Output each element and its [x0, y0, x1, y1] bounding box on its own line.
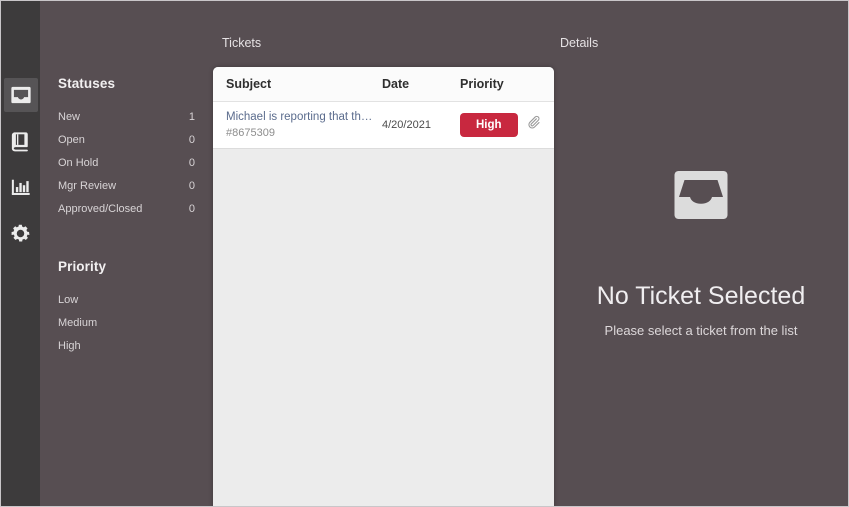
priority-filter-high[interactable]: High	[58, 334, 197, 357]
ticket-priority-cell: High	[460, 113, 522, 137]
status-count: 0	[188, 133, 195, 146]
status-filter-approved-closed[interactable]: Approved/Closed 0	[58, 197, 197, 220]
status-badge[interactable]: High	[460, 113, 518, 137]
empty-state-subtitle: Please select a ticket from the list	[604, 323, 798, 338]
ticket-list-panel: Subject Date Priority Michael is reporti…	[213, 67, 554, 506]
book-icon	[10, 131, 32, 152]
status-count: 0	[188, 202, 195, 215]
empty-state-title: No Ticket Selected	[596, 282, 806, 310]
status-label: Open	[58, 133, 85, 146]
gear-icon	[9, 222, 32, 245]
status-filter-on-hold[interactable]: On Hold 0	[58, 151, 197, 174]
inbox-icon	[10, 85, 32, 105]
priority-label: Low	[58, 293, 79, 306]
priority-filter-medium[interactable]: Medium	[58, 311, 197, 334]
rail-item-reports[interactable]	[4, 170, 38, 204]
ticket-subject-link[interactable]: Michael is reporting that th…	[226, 111, 382, 123]
ticket-subject-cell: Michael is reporting that th… #8675309	[226, 111, 382, 139]
table-row[interactable]: Michael is reporting that th… #8675309 4…	[213, 102, 554, 149]
icon-rail	[1, 1, 40, 506]
attachment-indicator[interactable]	[522, 115, 544, 135]
ticket-date: 4/20/2021	[382, 119, 431, 131]
filters-sidebar: Statuses New 1 Open 0 On Hold 0 Mgr Revi…	[40, 1, 215, 506]
status-filter-new[interactable]: New 1	[58, 105, 197, 128]
status-label: Approved/Closed	[58, 202, 143, 215]
ticket-id: #8675309	[226, 127, 275, 139]
column-header-priority[interactable]: Priority	[460, 77, 544, 91]
ticketing-app-window: Statuses New 1 Open 0 On Hold 0 Mgr Revi…	[0, 0, 849, 507]
column-header-date[interactable]: Date	[382, 77, 460, 91]
status-count: 0	[188, 179, 195, 192]
status-count: 1	[188, 110, 195, 123]
bar-chart-icon	[10, 177, 32, 198]
rail-item-inbox[interactable]	[3, 78, 38, 112]
tickets-column-caption: Tickets	[222, 36, 262, 50]
paperclip-icon	[526, 115, 541, 135]
priority-label: Medium	[58, 316, 98, 329]
inbox-icon	[670, 169, 732, 226]
column-header-subject[interactable]: Subject	[226, 77, 382, 91]
priority-heading: Priority	[58, 259, 107, 274]
status-label: Mgr Review	[58, 179, 117, 192]
status-filter-open[interactable]: Open 0	[58, 128, 197, 151]
priority-filter-low[interactable]: Low	[58, 288, 197, 311]
status-filter-mgr-review[interactable]: Mgr Review 0	[58, 174, 197, 197]
status-label: On Hold	[58, 156, 99, 169]
priority-label: High	[58, 339, 81, 352]
statuses-heading: Statuses	[58, 76, 116, 91]
status-count: 0	[188, 156, 195, 169]
ticket-list-header: Subject Date Priority	[213, 67, 554, 102]
ticket-details-panel: No Ticket Selected Please select a ticke…	[554, 1, 848, 506]
rail-item-knowledge-base[interactable]	[4, 124, 38, 158]
status-label: New	[58, 110, 81, 123]
rail-item-settings[interactable]	[4, 216, 38, 250]
